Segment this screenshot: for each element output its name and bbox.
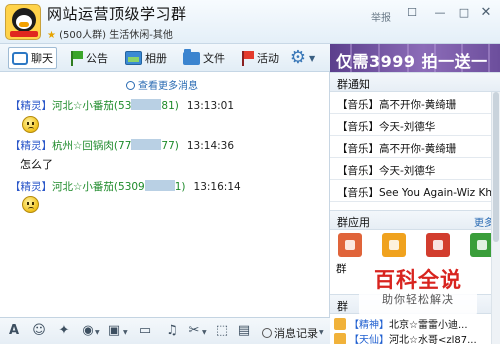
tab-label: 公告 [86,52,108,65]
chevron-down-icon[interactable]: ▼ [95,329,100,336]
tab-label: 相册 [145,52,167,65]
message-time: 13:13:01 [186,100,235,112]
notice-item[interactable]: 【音乐】今天-刘德华 [330,114,500,136]
group-category[interactable]: 生活休闲-其他 [109,30,173,41]
input-toolbar: A ☺ ✦ ◉ ▼ ▣ ▼ ▭ ♫ ✂ ▼ ⬚ ▤ 消息记录 ▼ [0,317,330,344]
green-flag-icon [69,50,83,66]
skin-icon[interactable]: ☐ [404,6,420,20]
tab-album[interactable]: 相册 [122,47,170,69]
message-header: 【精灵】杭州☆回锅肉(77 77) 13:14:36 [10,139,235,152]
redacted-block [131,139,162,150]
message-history-button[interactable]: 消息记录 [262,325,318,341]
watermark-logo: 百科全说 助你轻松解决 [359,268,477,318]
sender-name[interactable]: 河北☆小番茄 [52,181,114,193]
chat-bubble-icon [12,51,28,65]
report-link[interactable]: 举报 [371,9,391,24]
bag-icon[interactable]: ▤ [236,323,252,339]
member-avatar [334,318,346,330]
tab-label: 聊天 [31,52,53,65]
red-flag-icon [240,50,254,66]
emoji-icon[interactable]: ☺ [31,323,47,339]
app-tile-icon[interactable] [382,233,406,257]
member-list-item[interactable]: 【天仙】河北☆水哥<zl87... [334,331,494,344]
member-list-item[interactable]: 【精神】北京☆雷雷小迪... [334,316,494,331]
member-role: 【精灵】 [10,140,52,152]
member-role: 【精灵】 [10,181,52,193]
app-tile-icon[interactable] [338,233,362,257]
close-icon[interactable]: ✕ [478,6,494,20]
chevron-down-icon[interactable]: ▼ [309,54,315,63]
scissors-icon[interactable]: ✂ [186,323,202,339]
screen-icon[interactable]: ▭ [137,323,153,339]
redacted-block [131,99,162,110]
message-text: 怎么了 [20,158,53,171]
banner-text: 仅需3999 拍一送一 [336,52,488,71]
title-bar: 网站运营顶级学习群 ★ (500人群) 生活休闲-其他 举报 ☐ — □ ✕ [0,0,500,44]
music-icon[interactable]: ♫ [164,323,180,339]
view-more-messages-link[interactable]: 查看更多消息 [126,77,198,92]
promo-banner[interactable]: 仅需3999 拍一送一 [330,44,500,72]
photo-icon [125,51,142,65]
app-tile-icon[interactable] [426,233,450,257]
notice-section-header: 群通知 [330,72,500,92]
member-avatar [334,333,346,344]
magic-wand-icon[interactable]: ✦ [56,323,72,339]
sender-name[interactable]: 河北☆小番茄 [52,100,114,112]
right-panel-scrollbar[interactable] [491,92,500,344]
emoticon-icon[interactable]: ◉ [80,323,96,339]
apps-section-header: 群应用 更多 [330,210,500,230]
notice-item[interactable]: 【音乐】今天-刘德华 [330,158,500,180]
message-header: 【精灵】河北☆小番茄(53 81) 13:13:01 [10,99,235,112]
tab-announcement[interactable]: 公告 [66,47,111,69]
app-label: 群 [336,263,347,275]
sad-emoji-icon [22,196,39,213]
star-icon: ★ [47,30,56,41]
member-role: 【精灵】 [10,100,52,112]
notice-item[interactable]: 【音乐】高不开你-黄绮珊 [330,136,500,158]
member-count: (500人群) [59,30,107,41]
notice-item[interactable]: 【音乐】See You Again-Wiz Khalifa [330,180,500,202]
maximize-icon[interactable]: □ [456,6,472,20]
watermark-title: 百科全说 [374,268,462,292]
image-icon[interactable]: ▣ [106,323,122,339]
gear-icon[interactable]: ⚙ [288,48,308,68]
scrollbar-thumb[interactable] [493,92,499,242]
message-header: 【精灵】河北☆小番茄(5309 1) 13:16:14 [10,180,241,193]
redacted-block [144,180,175,191]
group-avatar[interactable] [5,4,41,40]
folder-icon [183,48,200,65]
minimize-icon[interactable]: — [432,6,448,20]
tab-activity[interactable]: 活动 [237,47,282,69]
chevron-down-icon[interactable]: ▼ [319,329,324,336]
group-title[interactable]: 网站运营顶级学习群 [47,3,187,24]
tab-files[interactable]: 文件 [180,47,228,69]
screenshot-icon[interactable]: ⬚ [214,323,230,339]
chat-history[interactable]: 查看更多消息 【精灵】河北☆小番茄(53 81) 13:13:01 【精灵】杭州☆回… [0,72,330,317]
tab-chat[interactable]: 聊天 [8,47,57,69]
message-time: 13:16:14 [193,181,241,193]
tab-label: 活动 [257,52,279,65]
chevron-down-icon[interactable]: ▼ [123,329,128,336]
group-tab-bar: 聊天 公告 相册 文件 活动 ⚙ ▼ [0,44,330,72]
group-subtitle: ★ (500人群) 生活休闲-其他 [47,26,173,41]
sender-name[interactable]: 杭州☆回锅肉 [52,140,114,152]
font-icon[interactable]: A [6,323,22,339]
clock-icon [262,328,272,338]
tab-label: 文件 [203,52,225,65]
notice-item[interactable]: 【音乐】高不开你-黄绮珊 [330,92,500,114]
clock-icon [126,81,135,90]
chevron-down-icon[interactable]: ▼ [202,329,207,336]
message-time: 13:14:36 [186,140,235,152]
watermark-subtitle: 助你轻松解决 [382,293,454,306]
sad-emoji-icon [22,116,39,133]
